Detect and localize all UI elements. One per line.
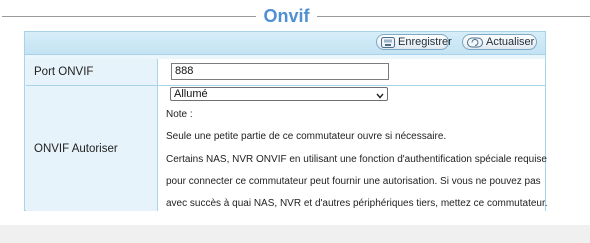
page-title: Onvif	[263, 6, 310, 26]
onvif-auth-cell: Allumé Note : Seule une petite partie de…	[158, 86, 548, 211]
port-onvif-input[interactable]: 888	[171, 63, 389, 80]
refresh-button[interactable]: Actualiser	[462, 34, 537, 50]
save-button-label: Enregistrer	[398, 36, 452, 48]
onvif-auth-label: ONVIF Autoriser	[26, 86, 158, 211]
onvif-auth-select[interactable]: Allumé	[170, 87, 388, 101]
save-icon	[381, 36, 395, 48]
note-line: pour connecter ce commutateur peut fourn…	[166, 176, 541, 187]
title-rule-right	[317, 16, 590, 17]
title-rule-left	[2, 16, 256, 17]
chevron-down-icon	[376, 90, 384, 102]
note-line: Certains NAS, NVR ONVIF en utilisant une…	[166, 154, 547, 165]
note-title: Note :	[166, 109, 193, 120]
save-button[interactable]: Enregistrer	[376, 34, 452, 50]
refresh-icon	[467, 37, 483, 48]
port-onvif-label: Port ONVIF	[26, 59, 158, 85]
onvif-settings-panel: Enregistrer Actualiser Port ONVIF 888 ON…	[24, 31, 548, 211]
bottom-bar	[0, 225, 590, 243]
note-line: avec succès à quai NAS, NVR et d'autres …	[166, 198, 548, 209]
refresh-button-label: Actualiser	[486, 36, 535, 48]
note-line: Seule une petite partie de ce commutateu…	[166, 131, 447, 142]
port-onvif-cell: 888	[158, 59, 545, 85]
toolbar: Enregistrer Actualiser	[25, 32, 545, 55]
onvif-auth-selected: Allumé	[174, 88, 208, 100]
